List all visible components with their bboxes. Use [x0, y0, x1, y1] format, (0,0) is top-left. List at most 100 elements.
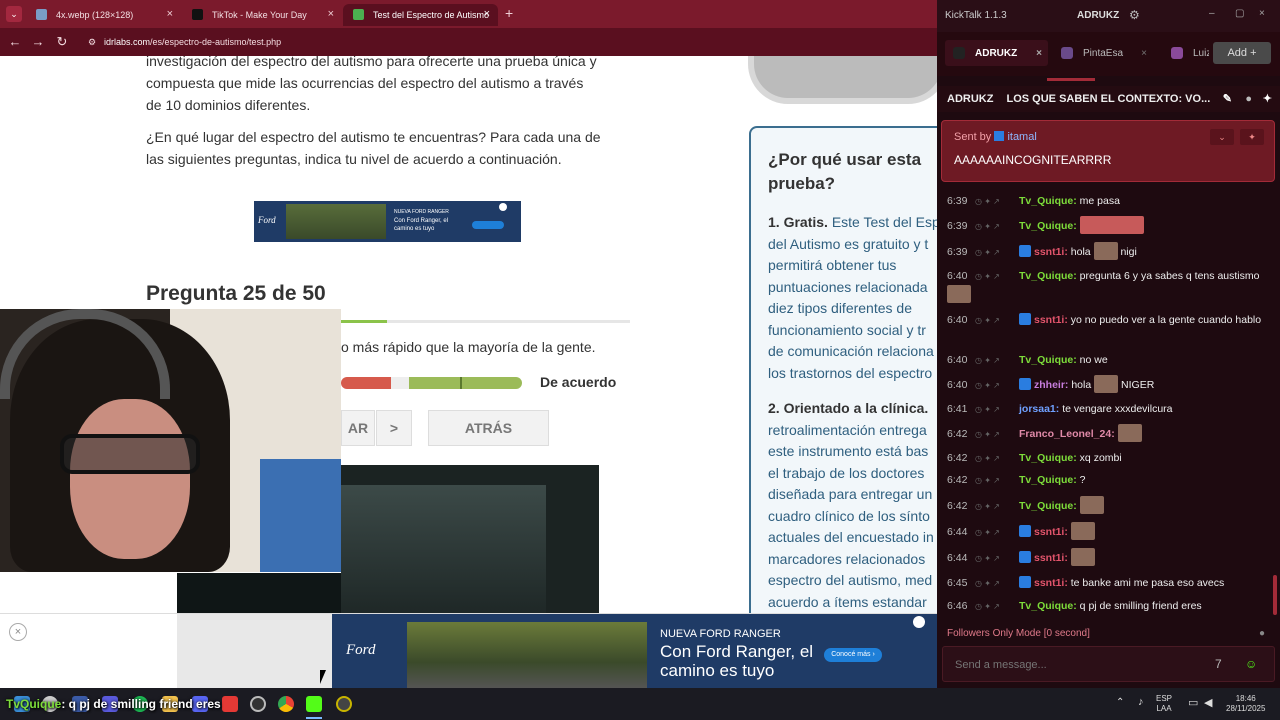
url-field[interactable]: ⚙ idrlabs.com/es/espectro-de-autismo/tes…	[86, 32, 926, 52]
tab-close-icon[interactable]: ×	[167, 8, 173, 20]
chat-message[interactable]: 6:42 ◷ ✦ ↗ Franco_Leonel_24:	[947, 424, 1269, 443]
message-username[interactable]: ssnt1i:	[1034, 526, 1068, 538]
chat-message[interactable]: 6:45 ◷ ✦ ↗ ssnt1i: te banke ami me pasa es…	[947, 575, 1269, 592]
message-actions-icon[interactable]: ◷ ✦ ↗	[975, 524, 1019, 541]
ad-info-icon[interactable]	[499, 203, 507, 211]
next-button-partial[interactable]: AR	[341, 410, 375, 446]
message-actions-icon[interactable]: ◷ ✦ ↗	[975, 598, 1019, 615]
message-username[interactable]: ssnt1i:	[1034, 577, 1068, 589]
ad-banner-small[interactable]: Ford NUEVA FORD RANGER Con Ford Ranger, …	[254, 201, 521, 242]
message-actions-icon[interactable]: ◷ ✦ ↗	[975, 575, 1019, 592]
chat-message[interactable]: 6:39 ◷ ✦ ↗ Tv_Quique: me pasa	[947, 193, 1269, 210]
chrome-icon[interactable]	[278, 696, 294, 712]
chat-message[interactable]: 6:44 ◷ ✦ ↗ ssnt1i:	[947, 522, 1269, 541]
tab-close-icon[interactable]: ×	[1036, 48, 1042, 59]
add-channel-button[interactable]: Add +	[1213, 42, 1271, 64]
video-player[interactable]	[341, 465, 599, 616]
network-icon[interactable]: ▭	[1188, 696, 1198, 709]
chat-message[interactable]: 6:40 ◷ ✦ ↗ Tv_Quique: pregunta 6 y ya sabe…	[947, 268, 1269, 304]
chat-message[interactable]: 6:39 ◷ ✦ ↗ Tv_Quique:	[947, 216, 1269, 235]
user-icon[interactable]: ●	[1245, 86, 1252, 112]
back-arrow-icon[interactable]: ←	[6, 33, 24, 51]
chat-message[interactable]: 6:40 ◷ ✦ ↗ zhheir: hola NIGER	[947, 375, 1269, 394]
language-indicator[interactable]: ESP LAA	[1156, 694, 1172, 714]
message-actions-icon[interactable]: ◷ ✦ ↗	[975, 193, 1019, 210]
settings-gear-icon[interactable]: ⚙	[1129, 8, 1140, 22]
message-username[interactable]: ssnt1i:	[1034, 314, 1068, 326]
message-username[interactable]: ssnt1i:	[1034, 552, 1068, 564]
ad-cta-button[interactable]	[472, 221, 504, 229]
message-actions-icon[interactable]: ◷ ✦ ↗	[975, 450, 1019, 467]
emote-picker-icon[interactable]: ☺	[1245, 657, 1263, 673]
reload-icon[interactable]: ↻	[53, 33, 71, 51]
site-info-icon[interactable]: ⚙	[88, 32, 96, 52]
message-actions-icon[interactable]: ◷ ✦ ↗	[975, 352, 1019, 369]
pin-icon[interactable]: ✦	[1263, 86, 1272, 112]
message-username[interactable]: Tv_Quique:	[1019, 452, 1077, 464]
next-arrow-button[interactable]: >	[376, 410, 412, 446]
kick-icon[interactable]	[306, 696, 322, 712]
message-username[interactable]: Tv_Quique:	[1019, 270, 1077, 282]
ad-cta-button[interactable]: Conocé más ›	[824, 648, 882, 662]
minimize-icon[interactable]: –	[1209, 8, 1215, 19]
info-icon[interactable]: ●	[1259, 628, 1265, 639]
back-button[interactable]: ATRÁS	[428, 410, 549, 446]
chat-message[interactable]: 6:46 ◷ ✦ ↗ Tv_Quique: q pj de smilling fri…	[947, 598, 1269, 615]
chat-message[interactable]: 6:42 ◷ ✦ ↗ Tv_Quique: ?	[947, 472, 1269, 489]
close-ad-icon[interactable]: ×	[9, 623, 27, 641]
chat-input[interactable]	[953, 655, 1193, 675]
maximize-icon[interactable]: ▢	[1235, 8, 1244, 19]
tab-tiktok[interactable]: TikTok - Make Your Day ×	[182, 4, 342, 26]
chat-message[interactable]: 6:44 ◷ ✦ ↗ ssnt1i:	[947, 548, 1269, 567]
message-actions-icon[interactable]: ◷ ✦ ↗	[975, 426, 1019, 443]
message-actions-icon[interactable]: ◷ ✦ ↗	[975, 377, 1019, 394]
chat-message[interactable]: 6:41 ◷ ✦ ↗ jorsaa1: te vengare xxxdevilcur…	[947, 401, 1269, 418]
chat-message[interactable]: 6:40 ◷ ✦ ↗ ssnt1i: yo no puedo ver a la ge…	[947, 312, 1269, 329]
message-actions-icon[interactable]: ◷ ✦ ↗	[975, 268, 1019, 285]
message-actions-icon[interactable]: ◷ ✦ ↗	[975, 550, 1019, 567]
chat-message[interactable]: 6:40 ◷ ✦ ↗ Tv_Quique: no we	[947, 352, 1269, 369]
message-username[interactable]: Tv_Quique:	[1019, 220, 1077, 232]
message-username[interactable]: ssnt1i:	[1034, 246, 1068, 258]
new-tab-button[interactable]: +	[505, 5, 513, 21]
message-username[interactable]: Franco_Leonel_24:	[1019, 428, 1115, 440]
ad-info-icon[interactable]	[913, 616, 925, 628]
tab-autism-test[interactable]: Test del Espectro de Autismo ×	[343, 4, 498, 26]
message-username[interactable]: Tv_Quique:	[1019, 354, 1077, 366]
current-user[interactable]: ADRUKZ	[1077, 10, 1119, 21]
message-username[interactable]: Tv_Quique:	[1019, 500, 1077, 512]
close-window-icon[interactable]: ×	[1259, 8, 1265, 19]
tab-4x-webp[interactable]: 4x.webp (128×128) ×	[26, 4, 181, 26]
message-actions-icon[interactable]: ◷ ✦ ↗	[975, 401, 1019, 418]
obs-icon[interactable]	[250, 696, 266, 712]
pinned-user[interactable]: itamal	[1007, 131, 1036, 143]
tab-menu-button[interactable]: ⌄	[6, 6, 22, 22]
mod-icon[interactable]: ✎	[1223, 86, 1232, 112]
message-actions-icon[interactable]: ◷ ✦ ↗	[975, 218, 1019, 235]
ad-banner-large[interactable]: Ford NUEVA FORD RANGER Con Ford Ranger, …	[332, 614, 937, 689]
message-username[interactable]: zhheir:	[1034, 379, 1068, 391]
message-actions-icon[interactable]: ◷ ✦ ↗	[975, 312, 1019, 329]
clock[interactable]: 18:46 28/11/2025	[1226, 694, 1265, 714]
chat-scrollbar[interactable]	[1273, 575, 1277, 615]
seventv-icon[interactable]: 7	[1215, 657, 1233, 673]
channel-tab-luiz[interactable]: Luiz	[1163, 40, 1209, 66]
message-username[interactable]: Tv_Quique:	[1019, 195, 1077, 207]
message-actions-icon[interactable]: ◷ ✦ ↗	[975, 472, 1019, 489]
chat-message[interactable]: 6:42 ◷ ✦ ↗ Tv_Quique:	[947, 496, 1269, 515]
message-username[interactable]: jorsaa1:	[1019, 403, 1059, 415]
message-actions-icon[interactable]: ◷ ✦ ↗	[975, 498, 1019, 515]
collapse-pin-icon[interactable]: ⌄	[1210, 129, 1234, 145]
agreement-slider[interactable]	[341, 377, 522, 389]
app-icon-yellow[interactable]	[336, 696, 352, 712]
forward-arrow-icon[interactable]: →	[29, 33, 47, 51]
chat-message[interactable]: 6:42 ◷ ✦ ↗ Tv_Quique: xq zombi	[947, 450, 1269, 467]
channel-tab-adrukz[interactable]: ADRUKZ ×	[945, 40, 1048, 66]
tray-expand-icon[interactable]: ⌃	[1116, 697, 1124, 708]
volume-icon[interactable]: ◀	[1204, 696, 1212, 709]
app-icon-live[interactable]	[222, 696, 238, 712]
tab-close-icon[interactable]: ×	[484, 8, 490, 20]
unpin-icon[interactable]: ✦	[1240, 129, 1264, 145]
chat-message[interactable]: 6:39 ◷ ✦ ↗ ssnt1i: hola nigi	[947, 242, 1269, 261]
message-username[interactable]: Tv_Quique:	[1019, 600, 1077, 612]
